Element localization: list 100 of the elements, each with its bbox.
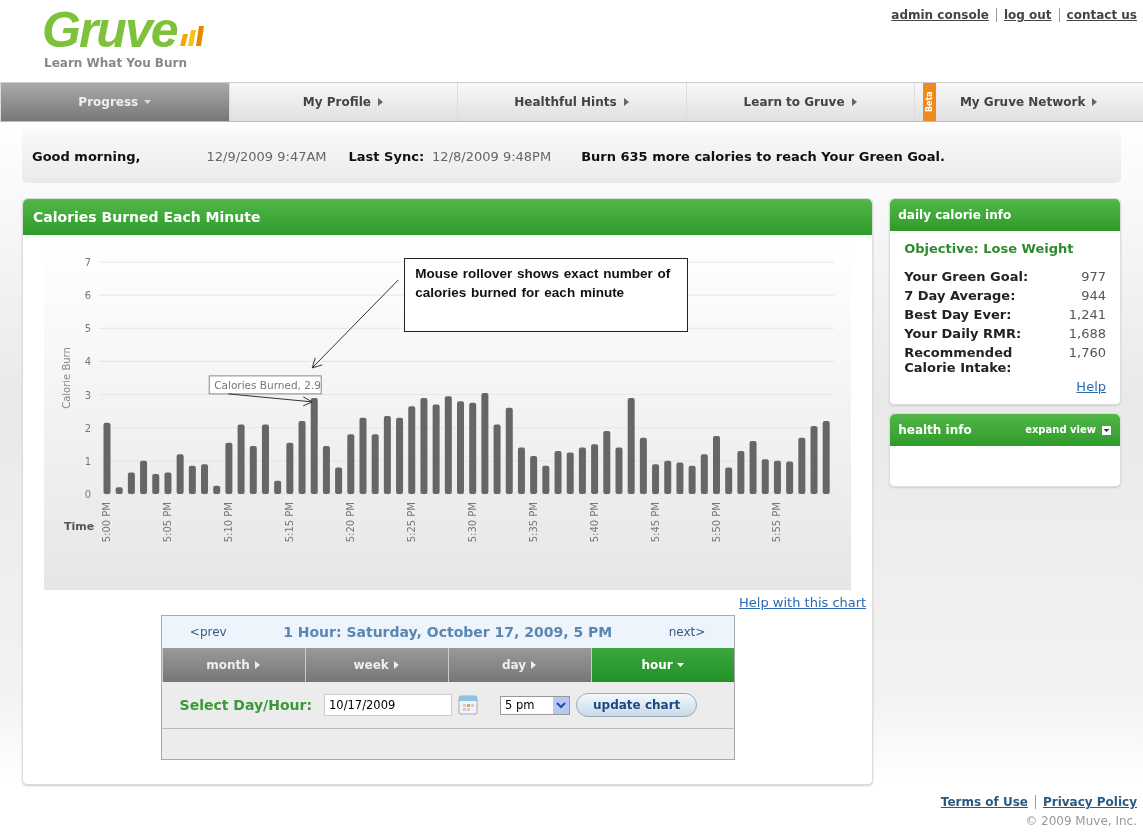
bar[interactable] — [627, 397, 635, 494]
bar[interactable] — [676, 462, 684, 494]
bar[interactable] — [335, 467, 343, 494]
bar[interactable] — [579, 447, 586, 494]
bar[interactable] — [591, 444, 599, 494]
bar[interactable] — [688, 465, 696, 494]
select-label: Select Day/Hour: — [179, 697, 313, 713]
bars-icon — [178, 26, 205, 48]
bar[interactable] — [493, 424, 501, 494]
chevron-down-icon — [553, 696, 570, 714]
bar[interactable] — [323, 445, 331, 494]
stat-label: Recommended Calorie Intake: — [904, 345, 1014, 375]
bar[interactable] — [396, 417, 404, 494]
bar[interactable] — [505, 407, 513, 494]
bar[interactable] — [188, 465, 196, 494]
bar[interactable] — [530, 455, 538, 494]
bar[interactable] — [798, 437, 806, 494]
period-title: 1 Hour: Saturday, October 17, 2009, 5 PM — [283, 624, 613, 640]
date-field[interactable]: 10/17/2009 — [324, 694, 453, 716]
bar[interactable] — [566, 452, 574, 494]
beta-badge: Beta — [923, 83, 937, 121]
bar[interactable] — [469, 402, 477, 494]
hour-dropdown[interactable]: 5 pm — [500, 695, 571, 715]
bar[interactable] — [164, 472, 172, 494]
update-chart-button[interactable]: update chart — [576, 693, 698, 717]
x-tick-label: 5:00 PM — [101, 502, 113, 543]
bar[interactable] — [274, 480, 282, 494]
x-tick-label: 5:15 PM — [283, 502, 295, 543]
bar[interactable] — [786, 461, 794, 494]
bar[interactable] — [201, 464, 209, 494]
stat-label: Your Green Goal: — [904, 269, 1030, 284]
x-tick-label: 5:20 PM — [344, 502, 356, 543]
bar[interactable] — [262, 424, 270, 494]
bar[interactable] — [176, 454, 184, 494]
bar[interactable] — [518, 447, 526, 494]
bar[interactable] — [140, 460, 148, 494]
bar[interactable] — [115, 487, 123, 494]
bar[interactable] — [249, 445, 257, 494]
y-tick-label: 5 — [84, 323, 92, 335]
x-tick-label: 5:50 PM — [710, 502, 722, 543]
bar[interactable] — [810, 426, 818, 494]
bar[interactable] — [444, 396, 452, 494]
top-link[interactable]: contact us — [1058, 8, 1137, 22]
bar[interactable] — [749, 440, 757, 494]
y-tick-label: 1 — [84, 455, 92, 467]
bar[interactable] — [554, 450, 562, 494]
next-link[interactable]: next> — [668, 625, 706, 639]
nav-tab[interactable]: Beta My Gruve Network — [914, 83, 1143, 121]
bar[interactable] — [761, 459, 769, 494]
bar[interactable] — [371, 434, 379, 494]
bar[interactable] — [822, 421, 830, 494]
bar[interactable] — [128, 472, 135, 494]
bar[interactable] — [700, 454, 708, 494]
bar[interactable] — [615, 447, 623, 494]
callout-note: Mouse rollover shows exact number of calories burned for each minute — [404, 258, 689, 332]
bar[interactable] — [542, 465, 550, 494]
bar[interactable] — [310, 397, 318, 494]
bar[interactable] — [213, 485, 221, 494]
bar[interactable] — [603, 431, 611, 494]
period-tab[interactable]: hour — [590, 648, 734, 682]
bar[interactable] — [152, 474, 160, 494]
help-link[interactable]: Help with this chart — [739, 595, 867, 610]
bar[interactable] — [652, 464, 660, 494]
bar[interactable] — [408, 406, 416, 494]
bar[interactable] — [103, 422, 111, 494]
bar[interactable] — [420, 397, 428, 494]
bar[interactable] — [725, 467, 733, 494]
bar[interactable] — [774, 460, 782, 494]
nav-tab[interactable]: Learn to Gruve — [685, 83, 915, 121]
stat-label: Your Daily RMR: — [904, 326, 1023, 341]
bar[interactable] — [286, 442, 294, 494]
help-link[interactable]: Help — [1076, 379, 1106, 394]
caret-down-icon — [144, 98, 152, 106]
nav-tab[interactable]: Healthful Hints — [457, 83, 686, 121]
logo-text: Gruve — [42, 4, 177, 56]
bar[interactable] — [298, 421, 306, 494]
top-link[interactable]: log out — [995, 8, 1052, 22]
bar[interactable] — [639, 437, 647, 494]
bar[interactable] — [347, 434, 355, 494]
stat-value: 977 — [1081, 269, 1106, 284]
bar[interactable] — [432, 404, 440, 494]
bar[interactable] — [457, 401, 465, 494]
nav-tab[interactable]: My Profile — [228, 83, 458, 121]
y-tick-label: 6 — [84, 290, 92, 302]
bar[interactable] — [713, 436, 721, 494]
bar[interactable] — [359, 417, 367, 494]
bar[interactable] — [737, 450, 745, 494]
bar[interactable] — [225, 442, 233, 494]
bar[interactable] — [664, 460, 672, 494]
footer-link[interactable]: Terms of Use — [940, 795, 1028, 809]
caret-right-icon — [253, 661, 261, 669]
footer-link[interactable]: Privacy Policy — [1034, 795, 1137, 809]
current-time: 12/9/2009 9:47AM — [206, 148, 327, 164]
bar[interactable] — [237, 424, 245, 494]
x-axis-label: Time — [64, 520, 95, 533]
panel-header: Calories Burned Each Minute — [23, 199, 873, 235]
y-tick-label: 0 — [84, 489, 92, 500]
top-link[interactable]: admin console — [891, 8, 989, 22]
bar[interactable] — [481, 392, 489, 494]
prev-link[interactable]: <prev — [189, 625, 227, 639]
